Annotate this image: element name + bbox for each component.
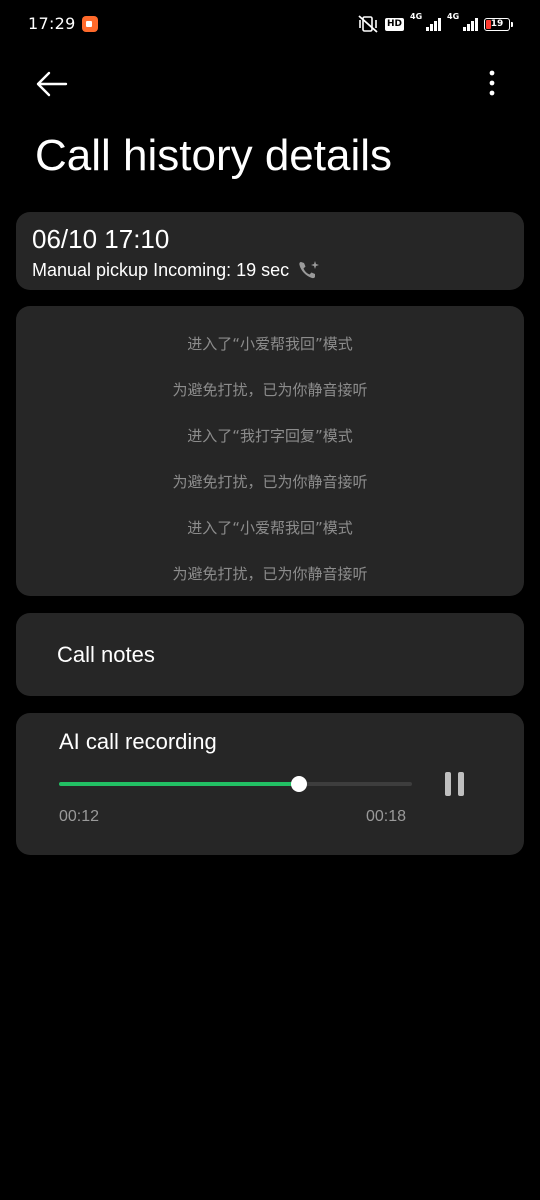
transcript-line: 进入了“小爱帮我回”模式	[187, 519, 353, 537]
transcript-line: 进入了“小爱帮我回”模式	[187, 335, 353, 353]
signal-icon: 4G	[410, 12, 441, 31]
recording-title: AI call recording	[59, 729, 217, 754]
recording-total-time: 00:18	[366, 808, 407, 825]
arrow-left-icon	[36, 71, 68, 97]
call-summary-card: 06/10 17:10 Manual pickup Incoming: 19 s…	[16, 212, 524, 290]
signal-icon: 4G	[447, 12, 478, 31]
status-time: 17:29	[28, 14, 76, 33]
screen-record-icon	[82, 16, 98, 32]
transcript-line: 为避免打扰，已为你静音接听	[172, 473, 368, 491]
network-type-label: 4G	[410, 12, 423, 21]
recording-progress-fill	[59, 782, 300, 786]
transcript-line: 为避免打扰，已为你静音接听	[172, 565, 368, 583]
recording-card: AI call recording 00:12 00:18	[16, 713, 524, 855]
call-datetime: 06/10 17:10	[32, 224, 170, 254]
call-summary: Manual pickup Incoming: 19 sec	[32, 259, 290, 280]
transcript-line: 进入了“我打字回复”模式	[187, 427, 353, 445]
page-title: Call history details	[35, 131, 393, 180]
battery-level: 19	[490, 19, 504, 29]
call-notes-label: Call notes	[57, 642, 155, 667]
hd-icon: HD	[384, 17, 404, 31]
network-type-label: 4G	[447, 12, 460, 21]
more-options-button[interactable]	[482, 66, 502, 102]
call-notes-button[interactable]: Call notes	[16, 613, 524, 696]
status-icons: HD 4G 4G 19	[357, 12, 513, 36]
recording-progress-slider[interactable]	[59, 776, 412, 792]
pause-button[interactable]	[440, 769, 470, 799]
mute-vibrate-icon	[358, 15, 378, 33]
call-meta: Manual pickup Incoming: 19 sec	[32, 259, 321, 281]
battery-icon: 19	[484, 17, 513, 31]
recording-current-time: 00:12	[59, 808, 100, 825]
recording-progress-thumb[interactable]	[291, 776, 308, 792]
pause-icon	[445, 772, 451, 796]
status-bar: 17:29 HD 4G 4G 19	[0, 0, 540, 48]
transcript-card: 进入了“小爱帮我回”模式 为避免打扰，已为你静音接听 进入了“我打字回复”模式 …	[16, 306, 524, 596]
ai-incoming-call-icon	[299, 261, 320, 279]
back-button[interactable]	[30, 64, 70, 104]
transcript-line: 为避免打扰，已为你静音接听	[172, 381, 368, 399]
transcript-list: 进入了“小爱帮我回”模式 为避免打扰，已为你静音接听 进入了“我打字回复”模式 …	[16, 332, 524, 608]
vertical-dots-icon	[489, 70, 495, 96]
